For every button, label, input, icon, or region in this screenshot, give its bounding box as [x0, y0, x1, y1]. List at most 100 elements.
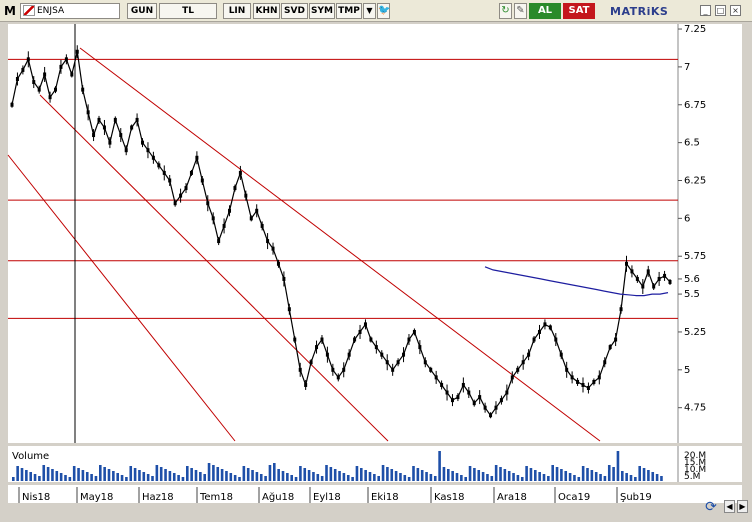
price-candle-body	[276, 261, 280, 266]
volume-bar	[129, 466, 133, 481]
price-candle-body	[646, 269, 650, 274]
price-candle-body	[461, 382, 465, 387]
close-icon[interactable]: ×	[730, 5, 741, 16]
volume-bar	[425, 472, 428, 481]
volume-bar	[594, 472, 598, 481]
price-candle-body	[472, 401, 476, 406]
price-candle-body	[287, 307, 291, 312]
price-candle-body	[162, 170, 166, 175]
volume-bar	[103, 467, 106, 481]
period-button[interactable]: GUN	[127, 3, 157, 19]
price-candle-body	[429, 367, 433, 372]
save-button[interactable]: SVD	[281, 3, 308, 19]
price-candle-body	[92, 133, 96, 138]
sell-button[interactable]: SAT	[563, 3, 595, 19]
volume-bar	[329, 467, 333, 481]
volume-bar	[460, 475, 463, 481]
volume-bar	[442, 467, 446, 481]
pin-icon[interactable]: ✎	[514, 3, 527, 19]
maximize-icon[interactable]: □	[715, 5, 726, 16]
volume-bar	[551, 465, 554, 481]
volume-bar	[203, 474, 206, 481]
price-candle-body	[483, 405, 487, 410]
volume-bar	[360, 468, 363, 481]
price-candle-body	[59, 64, 63, 69]
time-tick-label: May18	[80, 492, 113, 503]
volume-bar	[399, 473, 402, 481]
volume-bar	[355, 466, 359, 481]
price-candle-body	[293, 337, 297, 342]
volume-bar	[199, 472, 202, 481]
volume-bar	[512, 473, 515, 481]
symbol-selector[interactable]: ENJSA	[20, 3, 120, 19]
price-tick-label: 6.5	[684, 138, 700, 149]
price-candle-body	[586, 385, 590, 390]
scale-button[interactable]: LIN	[223, 3, 251, 19]
price-candle-body	[37, 87, 41, 92]
volume-bar	[233, 475, 237, 481]
price-candle-body	[478, 395, 482, 400]
volume-bar	[181, 477, 185, 481]
volume-bar	[373, 474, 376, 481]
price-candle-body	[374, 345, 378, 350]
buy-button[interactable]: AL	[529, 3, 561, 19]
volume-bar	[407, 477, 411, 481]
volume-bar	[651, 472, 655, 481]
scroll-left-icon[interactable]: ◀	[724, 500, 735, 513]
volume-bar	[186, 466, 189, 481]
price-tick-label: 4.75	[684, 403, 706, 414]
price-chart[interactable]: Volume 7.25 7 6.75 6.5 6.25 6 5.75 5.6 5.5 5.25 5 4…	[0, 22, 752, 522]
bird-icon[interactable]: 🐦	[377, 3, 390, 19]
volume-bar	[494, 465, 498, 481]
volume-bar	[20, 468, 24, 481]
price-candle-body	[635, 276, 639, 281]
price-candle-body	[325, 352, 329, 357]
price-candle-body	[260, 223, 264, 228]
volume-bar	[138, 470, 141, 481]
price-candle-body	[369, 337, 373, 342]
price-candle-body	[603, 360, 607, 365]
price-candle-body	[217, 239, 221, 244]
price-candle-body	[21, 67, 25, 72]
price-candle-body	[570, 375, 574, 380]
price-candle-body	[86, 110, 90, 115]
price-candle-body	[407, 337, 411, 342]
symbol-button[interactable]: SYM	[309, 3, 335, 19]
price-candle-body	[391, 367, 395, 372]
minimize-icon[interactable]: _	[700, 5, 711, 16]
time-tick-label: Eki18	[371, 492, 399, 503]
volume-bar	[68, 477, 72, 481]
template-button[interactable]: TMP	[336, 3, 362, 19]
chart-type-button[interactable]: KHN	[253, 3, 280, 19]
price-candle-body	[130, 125, 134, 130]
price-candle-body	[26, 57, 30, 62]
price-tick-label: 5.5	[684, 289, 700, 300]
scroll-right-icon[interactable]: ▶	[737, 500, 748, 513]
volume-bar	[38, 476, 41, 481]
price-candle-body	[559, 352, 563, 357]
price-candle-body	[608, 345, 612, 350]
price-candle-body	[380, 352, 384, 357]
currency-button[interactable]: TL	[159, 3, 217, 19]
price-tick-label: 5.75	[684, 251, 706, 262]
volume-bar	[346, 475, 350, 481]
volume-bar	[507, 471, 511, 481]
price-candle-body	[527, 352, 531, 357]
flag-icon	[23, 5, 35, 16]
price-candle-body	[597, 375, 601, 380]
chevron-down-icon[interactable]: ▼	[363, 3, 376, 19]
refresh-icon[interactable]: ↻	[499, 3, 512, 19]
price-tick-label: 7.25	[684, 24, 706, 35]
app-logo[interactable]: M	[4, 3, 18, 19]
volume-bar	[525, 466, 528, 481]
volume-bar	[503, 469, 507, 481]
price-candle-body	[456, 395, 460, 400]
volume-bar	[133, 468, 137, 481]
volume-tick-label: 5.M	[684, 472, 700, 482]
refresh-chart-icon[interactable]: ⟳	[702, 498, 720, 516]
volume-bar	[325, 465, 328, 481]
volume-bar	[516, 475, 520, 481]
price-candle-body	[48, 95, 52, 100]
volume-bar	[190, 468, 193, 481]
price-candle-body	[173, 201, 177, 206]
